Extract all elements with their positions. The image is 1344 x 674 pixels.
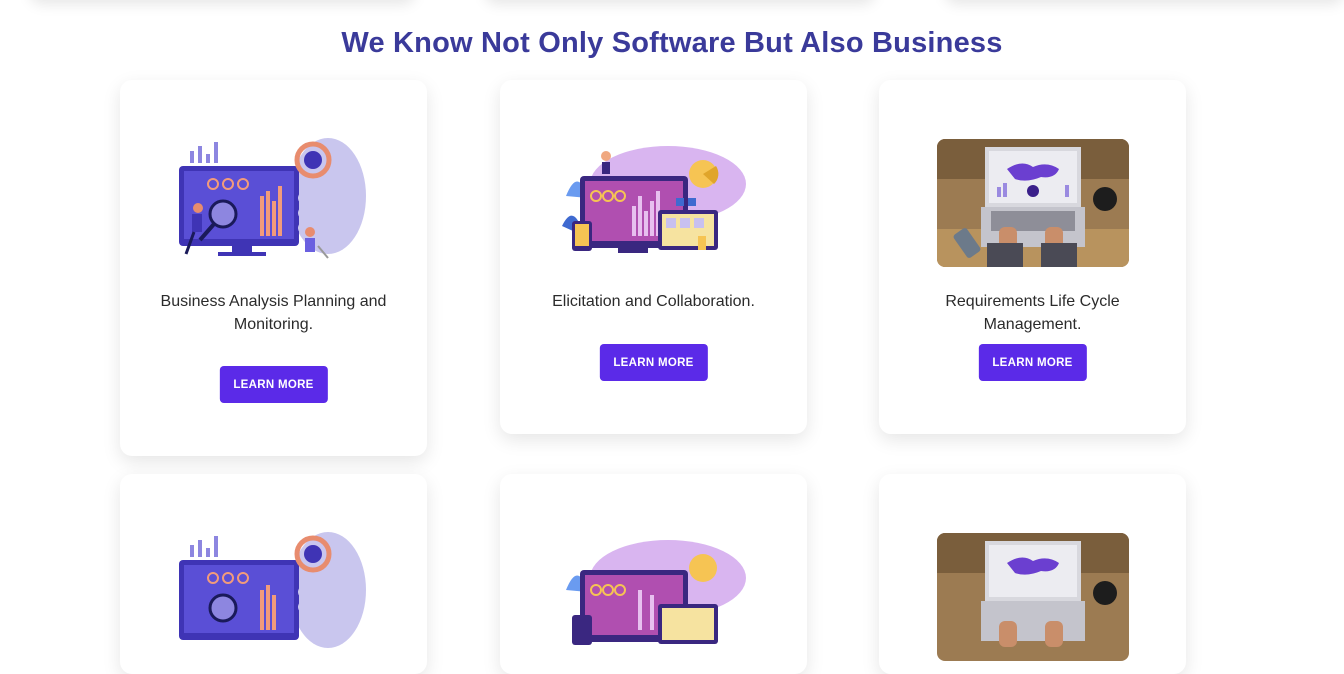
collaboration-dashboard-illustration [558, 530, 750, 658]
learn-more-button[interactable]: LEARN MORE [978, 344, 1087, 381]
service-card [120, 474, 427, 674]
laptop-world-map-photo [936, 139, 1129, 267]
service-card-requirements: Requirements Life Cycle Management. LEAR… [879, 80, 1186, 434]
service-card-elicitation: Elicitation and Collaboration. LEARN MOR… [500, 80, 807, 434]
service-card-business-analysis: Business Analysis Planning and Monitorin… [120, 80, 427, 456]
learn-more-button[interactable]: LEARN MORE [599, 344, 708, 381]
card-title: Business Analysis Planning and Monitorin… [160, 293, 387, 333]
analytics-monitor-illustration [178, 136, 370, 264]
card-title: Elicitation and Collaboration. [552, 293, 755, 310]
laptop-world-map-photo [936, 533, 1129, 661]
section-heading: We Know Not Only Software But Also Busin… [341, 27, 1003, 59]
collaboration-dashboard-illustration [558, 136, 750, 264]
service-card [500, 474, 807, 674]
card-title: Requirements Life Cycle Management. [945, 293, 1120, 333]
service-card [879, 474, 1186, 674]
learn-more-button[interactable]: LEARN MORE [219, 366, 328, 403]
analytics-monitor-illustration [178, 530, 370, 658]
